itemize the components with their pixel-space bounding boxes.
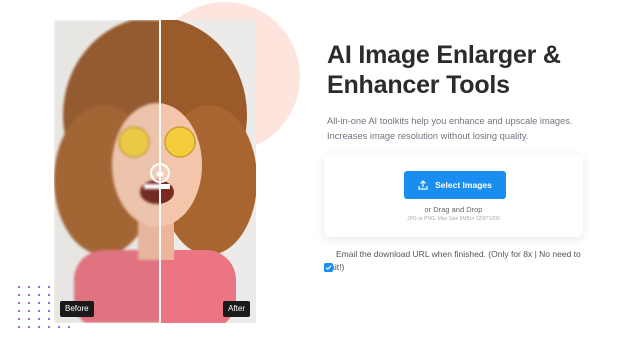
before-image: [54, 20, 160, 323]
upload-dropzone[interactable]: Select Images or Drag and Drop JPG or PN…: [324, 155, 583, 237]
email-checkbox[interactable]: [324, 263, 333, 272]
select-images-button[interactable]: Select Images: [404, 171, 506, 199]
page-title: AI Image Enlarger & Enhancer Tools: [327, 41, 561, 99]
select-images-label: Select Images: [435, 180, 492, 190]
portrait-photo: [54, 20, 160, 323]
file-limits-text: JPG or PNG. Max Size 5MBor 1200*1200: [407, 216, 500, 222]
email-option: Email the download URL when finished. (O…: [324, 248, 584, 274]
page-subtitle: All-in-one AI toolkits help you enhance …: [327, 116, 573, 141]
after-image: [160, 20, 256, 323]
upload-icon: [418, 180, 428, 190]
email-option-label: Email the download URL when finished. (O…: [324, 249, 581, 272]
before-label: Before: [60, 301, 94, 317]
comparison-slider-handle[interactable]: [150, 163, 170, 183]
before-after-comparison[interactable]: Before After: [54, 20, 256, 323]
drag-drop-text: or Drag and Drop: [424, 205, 483, 214]
portrait-photo-enhanced: [160, 20, 256, 323]
after-label: After: [223, 301, 250, 317]
checkmark-icon: [325, 265, 332, 271]
